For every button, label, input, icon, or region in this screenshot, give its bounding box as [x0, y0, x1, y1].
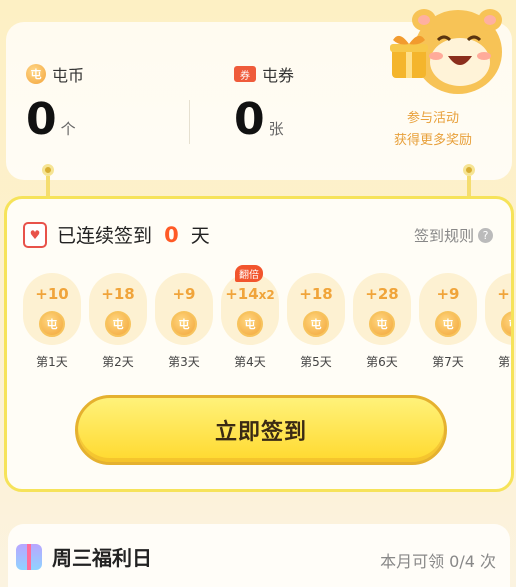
welfare-quota: 本月可领 0/4 次	[380, 552, 496, 571]
rules-label: 签到规则	[413, 227, 474, 245]
day-reward: +9	[436, 285, 460, 303]
day-item: +18 屯 第2天	[89, 273, 147, 370]
calendar-icon: ♥	[23, 221, 47, 248]
day-reward: +28	[365, 285, 399, 303]
coin-icon: 屯	[435, 311, 461, 337]
hamster-mascot-icon	[390, 9, 502, 94]
checkin-header: ♥ 已连续签到 0 天	[23, 221, 210, 248]
day-reward-value: +14	[225, 285, 259, 303]
checkin-button[interactable]: 立即签到	[75, 395, 447, 465]
ticket-balance[interactable]: 券 屯券 0 张	[234, 62, 294, 142]
day-item: +9 屯 第7天	[419, 273, 477, 370]
coin-icon: 屯	[369, 311, 395, 337]
day-label: 第3天	[168, 355, 200, 369]
day-reward: +9	[172, 285, 196, 303]
coin-icon: 屯	[39, 311, 65, 337]
coin-icon: 屯	[237, 311, 263, 337]
day-label: 第5天	[300, 355, 332, 369]
balance-card: 屯 屯币 0 个 券 屯券 0 张 参与活动 获得更多奖励	[6, 9, 512, 180]
coin-balance[interactable]: 屯 屯币 0 个	[26, 62, 84, 142]
checkin-card: ♥ 已连续签到 0 天 签到规则 ? +10 屯 第1天 +18 屯 第2天 +…	[4, 196, 514, 492]
promo-line-1: 参与活动	[406, 111, 459, 126]
coin-icon: 屯	[501, 311, 511, 337]
coin-icon: 屯	[303, 311, 329, 337]
checkin-title-suffix: 天	[190, 225, 210, 247]
day-label: 第7天	[432, 355, 464, 369]
day-reward: +10	[35, 285, 69, 303]
day-reward: +14x2	[225, 285, 275, 303]
day-item: +14 屯 第8天	[485, 273, 511, 370]
gift-icon	[16, 543, 42, 570]
day-reward: +14	[497, 285, 511, 303]
ticket-icon: 券	[234, 66, 256, 82]
checkin-days-count: 0	[164, 223, 179, 247]
checkin-title-prefix: 已连续签到	[57, 225, 153, 247]
day-label: 第2天	[102, 355, 134, 369]
day-reward-multiplier: x2	[258, 288, 275, 302]
coin-label: 屯币	[52, 66, 85, 85]
day-item: +28 屯 第6天	[353, 273, 411, 370]
help-icon: ?	[478, 228, 493, 243]
day-label: 第6天	[366, 355, 398, 369]
day-item: +18 屯 第5天	[287, 273, 345, 370]
coin-icon: 屯	[26, 64, 46, 84]
coin-unit: 个	[60, 120, 76, 138]
day-item: +9 屯 第3天	[155, 273, 213, 370]
day-label: 第8天	[498, 355, 511, 369]
coin-icon: 屯	[105, 311, 131, 337]
day-reward: +18	[101, 285, 135, 303]
day-label: 第4天	[234, 355, 266, 369]
coin-value: 0	[26, 94, 57, 145]
coin-icon: 屯	[171, 311, 197, 337]
day-item: 翻倍 +14x2 屯 第4天	[221, 265, 279, 370]
day-item: +10 屯 第1天	[23, 273, 81, 370]
ticket-value: 0	[234, 94, 265, 145]
promo-line-2: 获得更多奖励	[393, 133, 472, 148]
day-label: 第1天	[36, 355, 68, 369]
promo-link[interactable]: 参与活动 获得更多奖励	[394, 108, 472, 152]
checkin-title: 已连续签到 0 天	[57, 221, 210, 248]
ticket-unit: 张	[268, 120, 284, 138]
double-badge: 翻倍	[235, 265, 263, 282]
checkin-rules-link[interactable]: 签到规则 ?	[414, 225, 493, 246]
welfare-title: 周三福利日	[52, 546, 152, 570]
ticket-label: 屯券	[262, 66, 295, 85]
day-reward: +18	[299, 285, 333, 303]
welfare-card[interactable]: 周三福利日 本月可领 0/4 次	[8, 524, 510, 587]
balance-divider	[189, 100, 190, 144]
checkin-days-row: +10 屯 第1天 +18 屯 第2天 +9 屯 第3天 翻倍 +14x2 屯	[23, 265, 511, 370]
